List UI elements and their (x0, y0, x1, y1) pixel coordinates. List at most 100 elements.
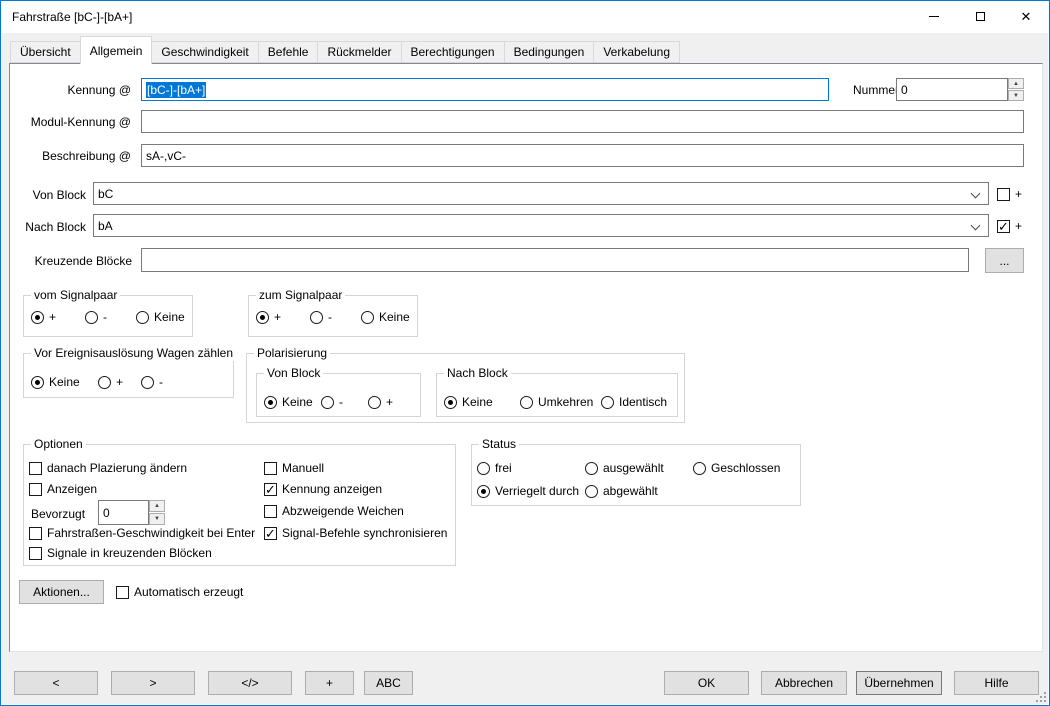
add-button[interactable]: + (305, 671, 354, 695)
checkbox-danach-plazierung[interactable]: danach Plazierung ändern (29, 461, 187, 475)
radio-status-frei[interactable]: frei (477, 461, 512, 475)
checkbox-label: Manuell (282, 461, 324, 475)
radio-icon (31, 311, 44, 324)
nummer-input[interactable]: 0 (896, 78, 1008, 101)
checkbox-label: Automatisch erzeugt (134, 585, 243, 599)
radio-status-ausgewaehlt[interactable]: ausgewählt (585, 461, 664, 475)
plus-label: + (1015, 219, 1022, 233)
radio-vom-signalpaar-minus[interactable]: - (85, 310, 107, 324)
bevorzugt-label: Bevorzugt (31, 506, 85, 522)
radio-status-geschlossen[interactable]: Geschlossen (693, 461, 780, 475)
zum-signalpaar-title: zum Signalpaar (256, 288, 345, 303)
checkbox-icon (29, 462, 42, 475)
nav-prev-button[interactable]: < (14, 671, 98, 695)
maximize-button[interactable] (957, 1, 1003, 32)
checkbox-icon (29, 527, 42, 540)
checkbox-icon (264, 527, 277, 540)
radio-pol-nach-identisch[interactable]: Identisch (601, 395, 667, 409)
radio-pol-nach-keine[interactable]: Keine (444, 395, 493, 409)
minimize-icon (929, 16, 939, 17)
kreuzende-bloecke-input[interactable] (141, 248, 969, 272)
help-button[interactable]: Hilfe (954, 671, 1039, 695)
cancel-button[interactable]: Abbrechen (761, 671, 847, 695)
aktionen-button[interactable]: Aktionen... (19, 580, 104, 604)
spin-up-button[interactable]: ▲ (149, 500, 165, 512)
radio-wagen-minus[interactable]: - (141, 375, 163, 389)
radio-zum-signalpaar-plus[interactable]: + (256, 310, 281, 324)
von-block-combo[interactable]: bC (93, 182, 989, 205)
tab-bedingungen[interactable]: Bedingungen (504, 41, 595, 63)
nach-block-plus-checkbox[interactable]: + (997, 219, 1022, 233)
tab-rueckmelder[interactable]: Rückmelder (317, 41, 401, 63)
radio-label: + (274, 310, 281, 324)
polarisierung-title: Polarisierung (254, 346, 330, 361)
tab-label: Verkabelung (603, 45, 670, 59)
radio-pol-von-minus[interactable]: - (321, 395, 343, 409)
bevorzugt-input[interactable]: 0 (98, 500, 149, 525)
checkbox-icon (29, 547, 42, 560)
radio-icon (136, 311, 149, 324)
tab-allgemein[interactable]: Allgemein (80, 36, 153, 64)
tab-berechtigungen[interactable]: Berechtigungen (401, 41, 505, 63)
radio-icon (31, 376, 44, 389)
radio-zum-signalpaar-keine[interactable]: Keine (361, 310, 410, 324)
radio-wagen-keine[interactable]: Keine (31, 375, 80, 389)
checkbox-icon (264, 505, 277, 518)
nav-next-button[interactable]: > (111, 671, 195, 695)
radio-zum-signalpaar-minus[interactable]: - (310, 310, 332, 324)
browse-button[interactable]: ... (985, 248, 1024, 273)
radio-status-abgewaehlt[interactable]: abgewählt (585, 484, 658, 498)
abc-button-label: ABC (376, 676, 401, 690)
radio-label: frei (495, 461, 512, 475)
radio-icon (256, 311, 269, 324)
radio-wagen-plus[interactable]: + (98, 375, 123, 389)
ok-button[interactable]: OK (664, 671, 749, 695)
spin-down-button[interactable]: ▼ (149, 513, 165, 525)
radio-status-verriegelt[interactable]: Verriegelt durch (477, 484, 579, 498)
tab-verkabelung[interactable]: Verkabelung (593, 41, 680, 63)
checkbox-signal-befehle-sync[interactable]: Signal-Befehle synchronisieren (264, 526, 447, 540)
radio-pol-nach-umkehren[interactable]: Umkehren (520, 395, 593, 409)
optionen-title: Optionen (31, 437, 86, 452)
close-icon: ✕ (1021, 10, 1032, 23)
radio-label: Keine (154, 310, 185, 324)
tab-uebersicht[interactable]: Übersicht (10, 41, 81, 63)
radio-label: + (49, 310, 56, 324)
radio-icon (520, 396, 533, 409)
radio-vom-signalpaar-keine[interactable]: Keine (136, 310, 185, 324)
tab-geschwindigkeit[interactable]: Geschwindigkeit (151, 41, 258, 63)
nummer-label: Nummer (853, 82, 899, 98)
checkbox-kennung-anzeigen[interactable]: Kennung anzeigen (264, 482, 382, 496)
modul-kennung-input[interactable] (141, 110, 1024, 133)
ok-button-label: OK (698, 676, 715, 690)
code-button[interactable]: </> (208, 671, 292, 695)
von-block-plus-checkbox[interactable]: + (997, 187, 1022, 201)
tab-befehle[interactable]: Befehle (258, 41, 319, 63)
kennung-input[interactable]: [bC-]-[bA+] (141, 78, 829, 101)
radio-vom-signalpaar-plus[interactable]: + (31, 310, 56, 324)
spin-down-button[interactable]: ▼ (1008, 90, 1024, 101)
checkbox-abzweigende-weichen[interactable]: Abzweigende Weichen (264, 504, 404, 518)
resize-grip-icon[interactable] (1036, 692, 1046, 702)
close-button[interactable]: ✕ (1003, 1, 1049, 32)
code-button-label: </> (241, 676, 258, 690)
radio-pol-von-keine[interactable]: Keine (264, 395, 313, 409)
abc-button[interactable]: ABC (364, 671, 413, 695)
checkbox-icon (264, 462, 277, 475)
checkbox-signale-kreuzende[interactable]: Signale in kreuzenden Blöcken (29, 546, 212, 560)
radio-pol-von-plus[interactable]: + (368, 395, 393, 409)
checkbox-manuell[interactable]: Manuell (264, 461, 324, 475)
checkbox-fahrstrassen-geschwindigkeit[interactable]: Fahrstraßen-Geschwindigkeit bei Enter (29, 526, 255, 540)
maximize-icon (976, 12, 985, 21)
beschreibung-input[interactable]: sA-,vC- (141, 144, 1024, 167)
apply-button-label: Übernehmen (864, 676, 933, 690)
nach-block-combo[interactable]: bA (93, 214, 989, 237)
vom-signalpaar-title: vom Signalpaar (31, 288, 120, 303)
radio-label: - (339, 395, 343, 409)
apply-button[interactable]: Übernehmen (856, 671, 942, 695)
spin-up-button[interactable]: ▲ (1008, 78, 1024, 89)
minimize-button[interactable] (911, 1, 957, 32)
checkbox-automatisch-erzeugt[interactable]: Automatisch erzeugt (116, 585, 243, 599)
checkbox-anzeigen[interactable]: Anzeigen (29, 482, 97, 496)
radio-label: Keine (282, 395, 313, 409)
